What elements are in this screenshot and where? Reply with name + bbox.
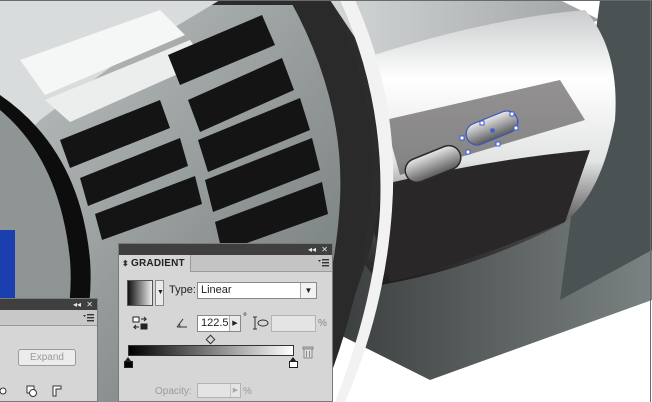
opacity-field: ▶: [197, 383, 241, 398]
aspect-ratio-field: [271, 315, 316, 332]
type-label: Type:: [169, 284, 196, 296]
chevron-down-icon[interactable]: ▼: [300, 283, 316, 298]
type-select-value: Linear: [201, 284, 232, 296]
angle-field[interactable]: 122.5 ▶: [197, 315, 241, 332]
gradient-panel-titlebar[interactable]: ◂◂ ✕: [119, 244, 332, 255]
tab-gradient[interactable]: ⬍ GRADIENT: [119, 255, 191, 272]
expand-button[interactable]: Expand: [18, 349, 76, 366]
reverse-gradient-icon[interactable]: [132, 316, 148, 330]
tab-gradient-label: GRADIENT: [131, 258, 185, 269]
angle-icon: [176, 318, 187, 328]
panel-menu-icon[interactable]: [82, 313, 94, 323]
opacity-percent: %: [243, 386, 252, 397]
chevron-down-icon: ▼: [157, 289, 164, 296]
gradient-ramp[interactable]: [128, 345, 294, 356]
angle-value: 122.5: [201, 317, 229, 329]
panel-options-arrow-icon[interactable]: ⬍: [122, 255, 129, 272]
degree-symbol: °: [243, 312, 247, 323]
gradient-stop-black[interactable]: [124, 357, 133, 368]
left-panel-tabrow: [0, 310, 97, 326]
divide-icon[interactable]: [0, 385, 12, 397]
aspect-ratio-icon: [253, 316, 269, 330]
opacity-stepper: ▶: [230, 384, 240, 397]
close-panel-icon[interactable]: ✕: [321, 244, 328, 255]
collapse-panel-icon[interactable]: ◂◂: [73, 299, 81, 310]
type-select[interactable]: Linear ▼: [197, 282, 317, 299]
opacity-label: Opacity:: [155, 386, 192, 397]
angle-stepper[interactable]: ▶: [229, 316, 240, 331]
delete-stop-icon[interactable]: [302, 346, 314, 359]
close-panel-icon[interactable]: ✕: [86, 299, 93, 310]
gradient-swatch-dropdown[interactable]: ▼: [155, 280, 164, 306]
gradient-midpoint-slider[interactable]: [205, 334, 216, 345]
gradient-stop-white[interactable]: [289, 357, 298, 368]
gradient-panel: ◂◂ ✕ ⬍ GRADIENT ▼ Type: Linear ▼ 122.5 ▶…: [118, 243, 333, 402]
gradient-swatch[interactable]: [127, 280, 153, 306]
collapse-panel-icon[interactable]: ◂◂: [308, 244, 316, 255]
gradient-panel-tabrow: ⬍ GRADIENT: [119, 255, 332, 272]
left-panel: ◂◂ ✕ Expand: [0, 298, 98, 402]
panel-menu-icon[interactable]: [317, 258, 329, 268]
shape-mode-icon[interactable]: [26, 385, 38, 397]
aspect-percent: %: [318, 318, 327, 329]
left-panel-titlebar[interactable]: ◂◂ ✕: [0, 299, 97, 310]
pathfinder-icon[interactable]: [52, 385, 64, 397]
